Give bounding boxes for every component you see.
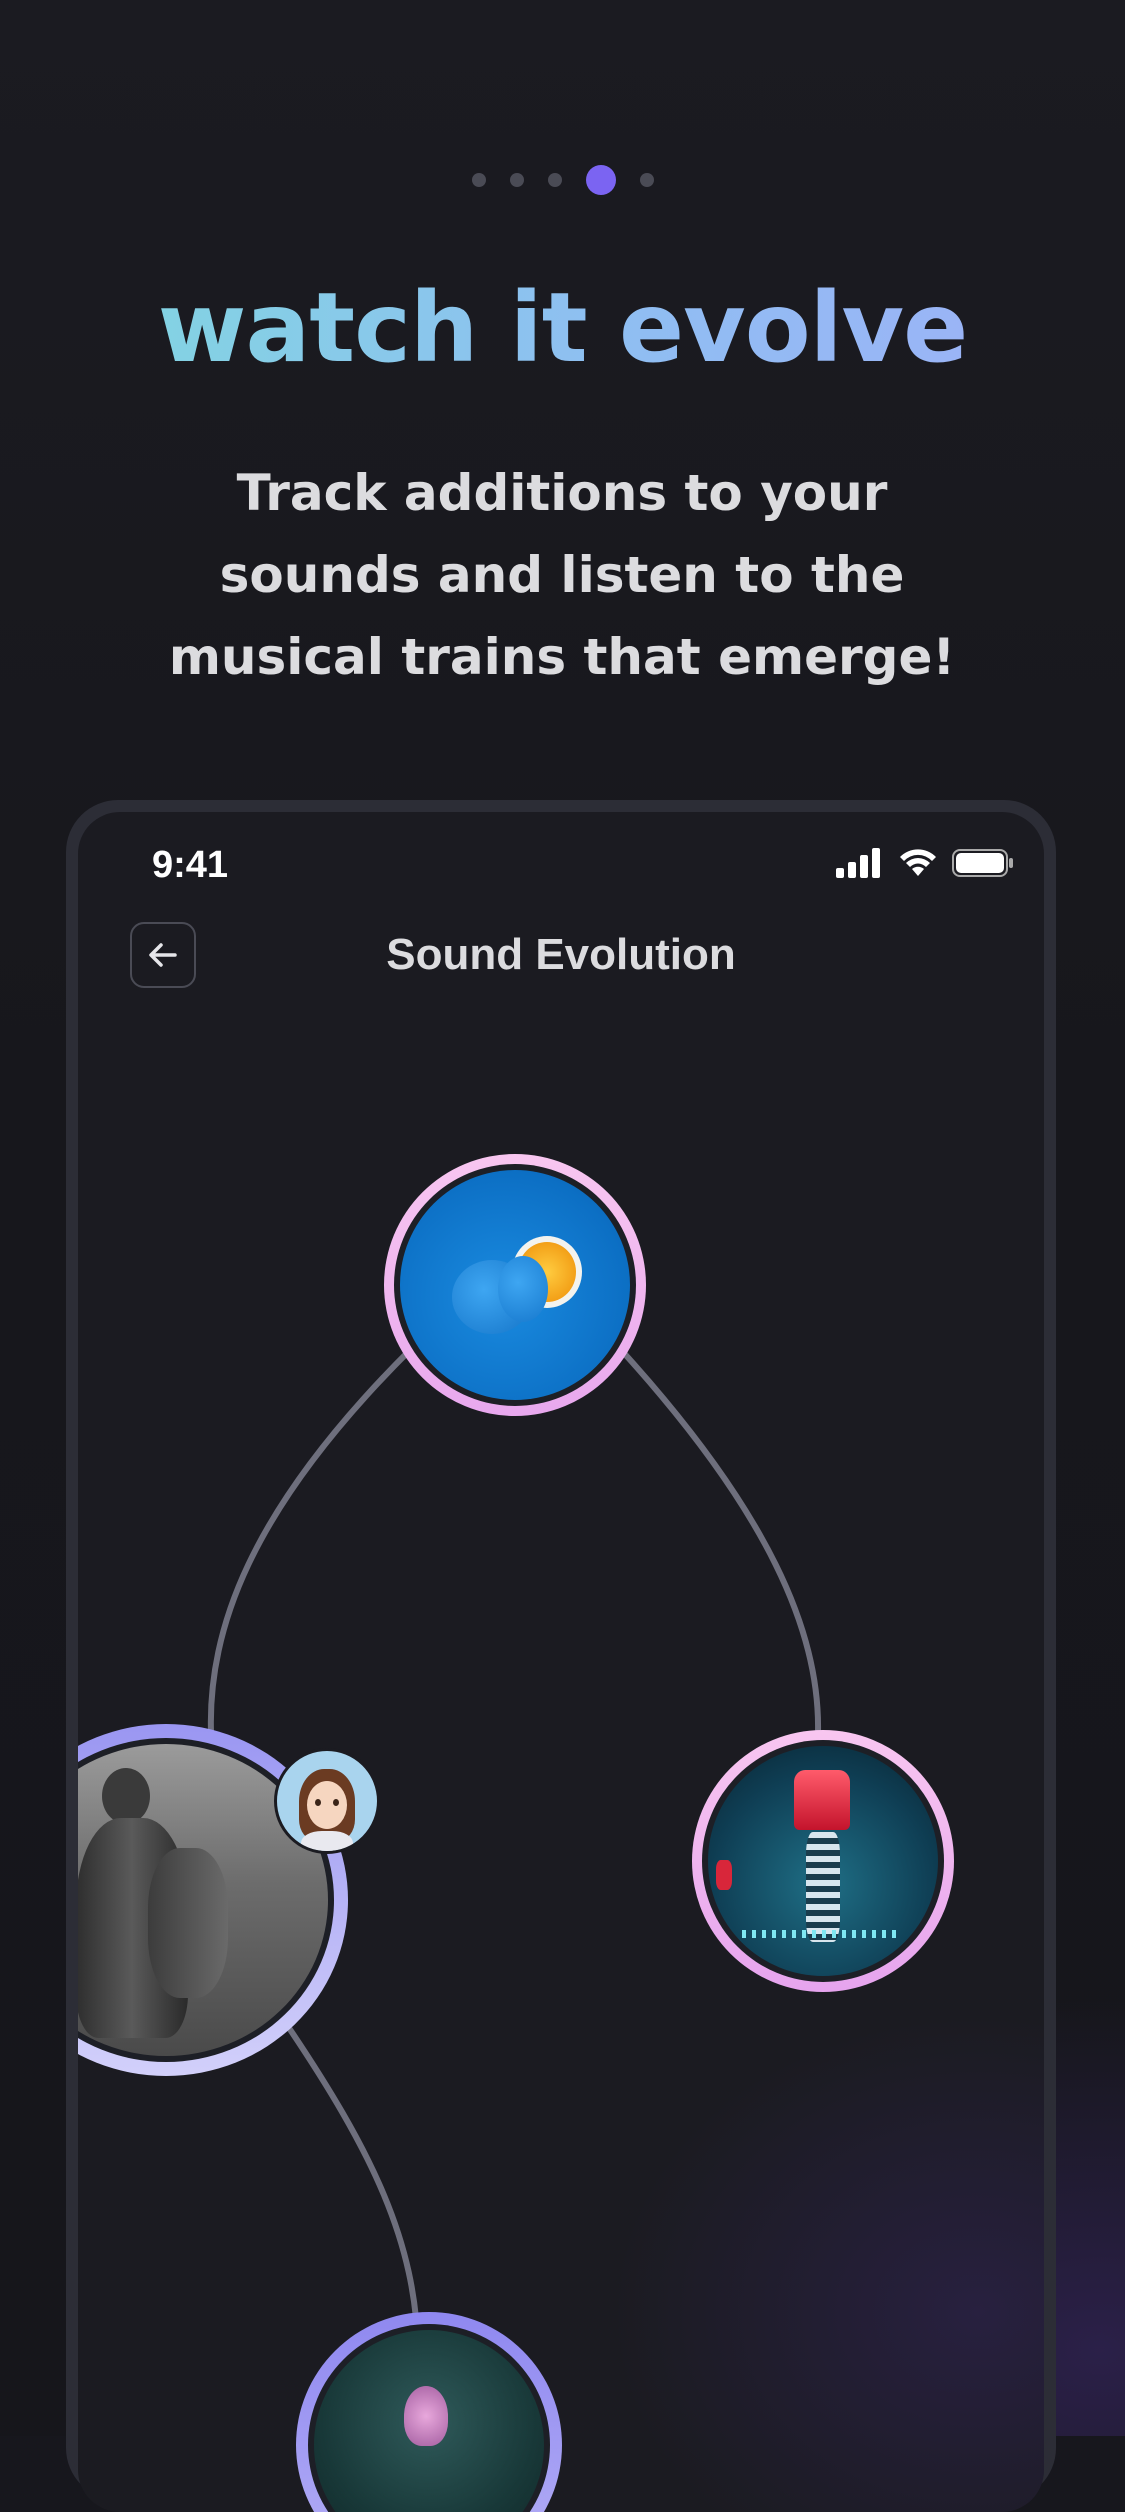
woman-memoji-avatar[interactable] bbox=[274, 1748, 380, 1854]
blue-orange-artwork bbox=[394, 1164, 636, 1406]
page-dot[interactable] bbox=[471, 173, 486, 187]
tree-connectors bbox=[207, 1349, 822, 2355]
phone-screen: 9:41 Sound Evolution bbox=[78, 812, 1044, 2512]
page-dot[interactable] bbox=[509, 173, 524, 187]
page-indicator bbox=[0, 164, 1125, 196]
neon-skeleton-artwork bbox=[702, 1740, 944, 1982]
flower-artwork bbox=[308, 2324, 550, 2512]
subtitle: Track additions to your sounds and liste… bbox=[168, 464, 956, 686]
headline: watch it evolve bbox=[0, 268, 1125, 388]
page-dot[interactable] bbox=[639, 173, 654, 187]
page-dot-active[interactable] bbox=[585, 165, 616, 195]
root-sound-node[interactable] bbox=[384, 1154, 646, 1416]
page-dot[interactable] bbox=[547, 173, 562, 187]
neon-sound-node[interactable] bbox=[692, 1730, 954, 1992]
